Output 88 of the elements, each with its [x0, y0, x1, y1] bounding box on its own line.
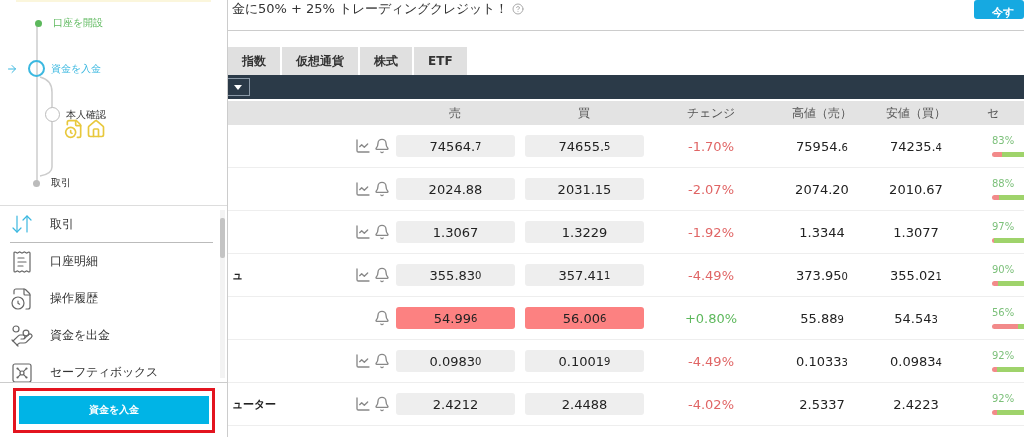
change-percent: +0.80%: [684, 310, 738, 326]
buy-price[interactable]: 2.4488: [525, 393, 644, 415]
file-clock-icon: [64, 119, 84, 139]
high-price: 0.10333: [796, 353, 848, 369]
step-label: 口座を開設: [53, 16, 103, 30]
buy-price[interactable]: 74655.5: [525, 135, 644, 157]
category-tab[interactable]: 仮想通貨: [282, 47, 358, 75]
column-header: 売: [448, 104, 461, 122]
chart-icon[interactable]: [355, 224, 371, 240]
menu-item[interactable]: 操作履歴: [10, 280, 213, 317]
low-price: 355.021: [890, 267, 942, 283]
bell-icon[interactable]: [374, 310, 390, 326]
low-price: 0.09834: [890, 353, 942, 369]
bell-icon[interactable]: [374, 224, 390, 240]
change-percent: -1.92%: [688, 224, 734, 240]
sell-price[interactable]: 2.4212: [396, 393, 515, 415]
step-label: 資金を入金: [51, 61, 101, 76]
change-percent: -4.49%: [688, 353, 734, 369]
chart-icon[interactable]: [355, 396, 371, 412]
instrument-name[interactable]: ュ: [232, 267, 243, 283]
hand-coins-icon: [10, 323, 34, 348]
category-tab[interactable]: 指数: [228, 47, 280, 75]
change-percent: -1.70%: [688, 138, 734, 154]
chart-icon[interactable]: [355, 267, 371, 283]
sell-price[interactable]: 0.09830: [396, 350, 515, 372]
low-price: 1.3077: [893, 224, 939, 240]
receipt-icon: [10, 249, 34, 274]
column-header: 高値（売）: [792, 104, 852, 122]
chart-icon[interactable]: [355, 353, 371, 369]
high-price: 2074.20: [795, 181, 849, 197]
bell-icon[interactable]: [374, 396, 390, 412]
sell-price[interactable]: 54.996: [396, 307, 515, 329]
column-header: 買: [577, 104, 590, 122]
sell-price[interactable]: 2024.88: [396, 178, 515, 200]
bell-icon[interactable]: [374, 267, 390, 283]
step-label: 取引: [51, 176, 71, 190]
menu-item[interactable]: セーフティボックス: [10, 354, 213, 382]
high-price: 55.889: [800, 310, 844, 326]
step-label: 本人確認: [66, 107, 106, 122]
promo-text: 金に50% + 25% トレーディングクレジット！: [232, 0, 509, 18]
chart-icon[interactable]: [355, 138, 371, 154]
sentiment-percent: 92%: [992, 393, 1015, 404]
arrow-icon: [6, 62, 18, 75]
safe-icon: [10, 360, 34, 382]
buy-price[interactable]: 357.411: [525, 264, 644, 286]
high-price: 75954.6: [796, 138, 848, 154]
help-icon[interactable]: [512, 3, 525, 15]
buy-price[interactable]: 56.006: [525, 307, 644, 329]
low-price: 2010.67: [889, 181, 943, 197]
high-price: 2.5337: [799, 396, 845, 412]
bell-icon[interactable]: [374, 138, 390, 154]
change-percent: -4.02%: [688, 396, 734, 412]
instrument-name[interactable]: ューター: [232, 396, 276, 412]
high-price: 373.950: [796, 267, 848, 283]
sentiment-percent: 97%: [992, 221, 1015, 232]
sentiment-percent: 92%: [992, 350, 1015, 361]
buy-price[interactable]: 1.3229: [525, 221, 644, 243]
house-icon: [86, 119, 106, 139]
low-price: 74235.4: [890, 138, 942, 154]
change-percent: -4.49%: [688, 267, 734, 283]
bell-icon[interactable]: [374, 353, 390, 369]
bell-icon[interactable]: [374, 181, 390, 197]
file-clock-icon: [10, 286, 34, 311]
menu-item[interactable]: 口座明細: [10, 243, 213, 280]
low-price: 2.4223: [893, 396, 939, 412]
high-price: 1.3344: [799, 224, 845, 240]
sell-price[interactable]: 1.3067: [396, 221, 515, 243]
dropdown-button[interactable]: [226, 78, 250, 96]
low-price: 54.543: [894, 310, 938, 326]
sentiment-percent: 83%: [992, 135, 1015, 146]
scrollbar[interactable]: [220, 210, 225, 378]
menu-item[interactable]: 資金を出金: [10, 317, 213, 354]
column-header: 安値（買）: [886, 104, 946, 122]
sentiment-percent: 90%: [992, 264, 1015, 275]
sentiment-percent: 88%: [992, 178, 1015, 189]
column-header: チェンジ: [687, 104, 735, 122]
sell-price[interactable]: 74564.7: [396, 135, 515, 157]
change-percent: -2.07%: [688, 181, 734, 197]
caret-icon: [234, 84, 242, 90]
column-header: セ: [987, 104, 999, 122]
category-tab[interactable]: ETF: [414, 47, 467, 75]
category-tab[interactable]: 株式: [360, 47, 412, 75]
buy-price[interactable]: 0.10019: [525, 350, 644, 372]
sell-price[interactable]: 355.830: [396, 264, 515, 286]
sentiment-percent: 56%: [992, 307, 1015, 318]
buy-price[interactable]: 2031.15: [525, 178, 644, 200]
chart-icon[interactable]: [355, 181, 371, 197]
menu-item[interactable]: 取引: [10, 206, 213, 243]
